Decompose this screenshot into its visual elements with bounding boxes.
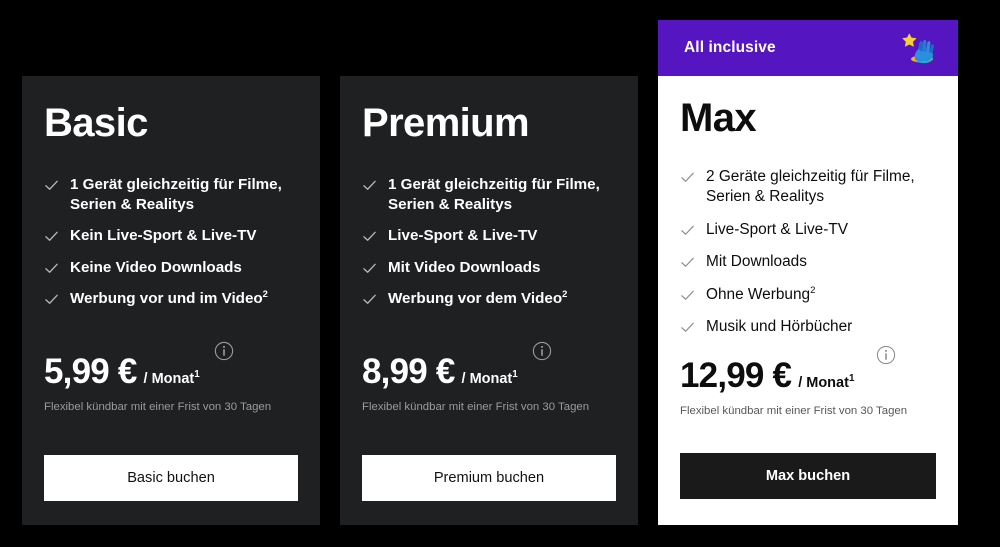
price-row: 8,99 € / Monat1 [362, 342, 616, 392]
feature-item: Werbung vor und im Video2 [44, 289, 298, 309]
feature-item: Musik und Hörbücher [680, 317, 936, 337]
plan-card-premium[interactable]: Premium 1 Gerät gleichzeitig für Filme, … [340, 76, 638, 525]
check-icon [680, 255, 695, 270]
feature-label: Live-Sport & Live-TV [388, 227, 538, 245]
plan-title-max: Max [680, 96, 757, 140]
info-icon[interactable] [214, 341, 234, 361]
price-row: 5,99 € / Monat1 [44, 342, 298, 392]
all-inclusive-ribbon: All inclusive [658, 20, 958, 76]
check-icon [680, 288, 695, 303]
info-icon[interactable] [532, 341, 552, 361]
check-icon [44, 261, 59, 276]
book-basic-button[interactable]: Basic buchen [44, 455, 298, 501]
feature-label: Kein Live-Sport & Live-TV [70, 227, 257, 245]
cancellation-note: Flexibel kündbar mit einer Frist von 30 … [680, 405, 908, 418]
price-period: / Monat1 [143, 369, 200, 388]
feature-label: 2 Geräte gleichzeitig für Filme, Serien … [706, 168, 915, 206]
feature-footnote: 2 [810, 284, 816, 296]
feature-label: Keine Video Downloads [70, 258, 242, 276]
feature-footnote: 2 [562, 287, 568, 299]
check-icon [680, 170, 695, 185]
check-icon [362, 178, 377, 193]
plan-card-basic[interactable]: Basic 1 Gerät gleichzeitig für Filme, Se… [22, 76, 320, 525]
plan-card-body: Premium 1 Gerät gleichzeitig für Filme, … [340, 76, 638, 525]
pricing-plans-grid: Basic 1 Gerät gleichzeitig für Filme, Se… [0, 0, 1000, 547]
check-icon [44, 229, 59, 244]
price-footnote: 1 [194, 369, 200, 381]
book-premium-button[interactable]: Premium buchen [362, 455, 616, 501]
feature-label: Werbung vor und im Video2 [70, 287, 268, 307]
feature-footnote: 2 [262, 287, 268, 299]
price-period: / Monat1 [798, 373, 855, 392]
feature-item: Mit Video Downloads [362, 258, 616, 278]
price-period: / Monat1 [461, 369, 518, 388]
feature-item: Mit Downloads [680, 252, 936, 272]
price-row: 12,99 € / Monat1 [680, 346, 936, 396]
check-icon [362, 261, 377, 276]
feature-item: 1 Gerät gleichzeitig für Filme, Serien &… [44, 175, 298, 215]
price-block: 8,99 € / Monat1 Flexibel kündbar mit ein… [362, 342, 616, 419]
feature-list-max: 2 Geräte gleichzeitig für Filme, Serien … [680, 167, 936, 350]
price-footnote: 1 [512, 369, 518, 381]
check-icon [362, 229, 377, 244]
plan-title-premium: Premium [362, 101, 530, 145]
info-icon[interactable] [876, 345, 896, 365]
feature-item: Live-Sport & Live-TV [362, 226, 616, 246]
check-icon [680, 320, 695, 335]
feature-item: 2 Geräte gleichzeitig für Filme, Serien … [680, 167, 936, 208]
check-icon [44, 292, 59, 307]
price-amount: 5,99 € [44, 352, 137, 392]
feature-item: Keine Video Downloads [44, 258, 298, 278]
price-amount: 12,99 € [680, 356, 792, 396]
feature-label: Mit Downloads [706, 253, 807, 271]
feature-list-premium: 1 Gerät gleichzeitig für Filme, Serien &… [362, 175, 616, 320]
plan-card-max[interactable]: All inclusive Max 2 Geräte gleichzeitig … [658, 20, 958, 525]
price-block: 12,99 € / Monat1 Flexibel kündbar mit ei… [680, 346, 936, 423]
check-icon [680, 223, 695, 238]
feature-label: Live-Sport & Live-TV [706, 220, 848, 238]
feature-label: Mit Video Downloads [388, 258, 541, 276]
price-amount: 8,99 € [362, 352, 455, 392]
ribbon-label: All inclusive [684, 39, 776, 56]
feature-item: Ohne Werbung2 [680, 285, 936, 305]
feature-item: Kein Live-Sport & Live-TV [44, 226, 298, 246]
book-max-button[interactable]: Max buchen [680, 453, 936, 499]
feature-label: 1 Gerät gleichzeitig für Filme, Serien &… [388, 176, 600, 214]
cancellation-note: Flexibel kündbar mit einer Frist von 30 … [44, 401, 272, 414]
price-footnote: 1 [848, 373, 855, 385]
cancellation-note: Flexibel kündbar mit einer Frist von 30 … [362, 401, 590, 414]
feature-item: Werbung vor dem Video2 [362, 289, 616, 309]
feature-label: Werbung vor dem Video2 [388, 287, 568, 307]
feature-list-basic: 1 Gerät gleichzeitig für Filme, Serien &… [44, 175, 298, 320]
feature-label: Ohne Werbung2 [706, 284, 816, 303]
check-icon [362, 292, 377, 307]
feature-label: 1 Gerät gleichzeitig für Filme, Serien &… [70, 176, 282, 214]
feature-label: Musik und Hörbücher [706, 318, 853, 336]
plan-card-body: Basic 1 Gerät gleichzeitig für Filme, Se… [22, 76, 320, 525]
feature-item: Live-Sport & Live-TV [680, 220, 936, 240]
price-block: 5,99 € / Monat1 Flexibel kündbar mit ein… [44, 342, 298, 419]
plan-card-body: Max 2 Geräte gleichzeitig für Filme, Ser… [658, 76, 958, 525]
check-icon [44, 178, 59, 193]
feature-item: 1 Gerät gleichzeitig für Filme, Serien &… [362, 175, 616, 215]
plan-title-basic: Basic [44, 101, 148, 145]
magic-hand-star-icon [896, 30, 940, 66]
